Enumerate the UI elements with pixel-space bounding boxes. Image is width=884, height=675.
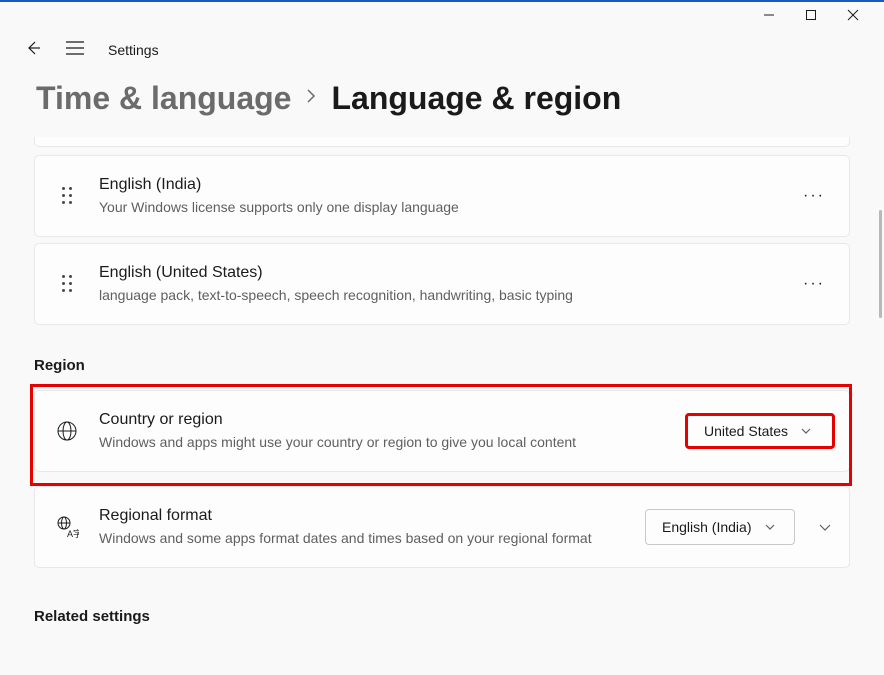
drag-handle-icon[interactable] (55, 187, 79, 205)
language-desc: Your Windows license supports only one d… (99, 198, 779, 218)
breadcrumb-current: Language & region (331, 80, 621, 117)
language-card[interactable]: English (India) Your Windows license sup… (34, 155, 850, 237)
language-card[interactable]: English (United States) language pack, t… (34, 243, 850, 325)
country-region-card[interactable]: Country or region Windows and apps might… (34, 390, 850, 472)
expand-button[interactable] (815, 522, 835, 532)
scrollbar[interactable] (879, 210, 882, 318)
close-button[interactable] (846, 8, 860, 22)
regional-format-dropdown[interactable]: English (India) (645, 509, 795, 545)
more-options-button[interactable]: ··· (799, 275, 829, 293)
chevron-down-icon (800, 422, 812, 440)
setting-desc: Windows and some apps format dates and t… (99, 529, 625, 549)
globe-translate-icon: A字 (55, 515, 79, 539)
nav-menu-button[interactable] (66, 41, 84, 60)
breadcrumb: Time & language Language & region (0, 66, 884, 137)
titlebar (0, 2, 884, 34)
svg-text:A字: A字 (67, 528, 79, 539)
related-settings-header: Related settings (34, 608, 850, 625)
setting-desc: Windows and apps might use your country … (99, 433, 665, 453)
dropdown-value: United States (704, 423, 788, 439)
app-title: Settings (108, 42, 159, 58)
breadcrumb-parent[interactable]: Time & language (36, 80, 291, 117)
country-dropdown[interactable]: United States (685, 413, 835, 449)
setting-title: Regional format (99, 505, 625, 527)
minimize-button[interactable] (762, 8, 776, 22)
back-button[interactable] (24, 39, 42, 62)
globe-icon (55, 420, 79, 442)
chevron-right-icon (305, 87, 317, 110)
chevron-down-icon (764, 518, 776, 536)
drag-handle-icon[interactable] (55, 275, 79, 293)
regional-format-card[interactable]: A字 Regional format Windows and some apps… (34, 486, 850, 568)
card-partial (34, 137, 850, 147)
language-name: English (United States) (99, 262, 779, 284)
language-name: English (India) (99, 174, 779, 196)
language-desc: language pack, text-to-speech, speech re… (99, 286, 779, 306)
maximize-button[interactable] (804, 8, 818, 22)
window-controls (762, 8, 884, 22)
topbar: Settings (0, 34, 884, 66)
region-header: Region (34, 357, 850, 374)
dropdown-value: English (India) (662, 519, 752, 535)
setting-title: Country or region (99, 409, 665, 431)
more-options-button[interactable]: ··· (799, 187, 829, 205)
